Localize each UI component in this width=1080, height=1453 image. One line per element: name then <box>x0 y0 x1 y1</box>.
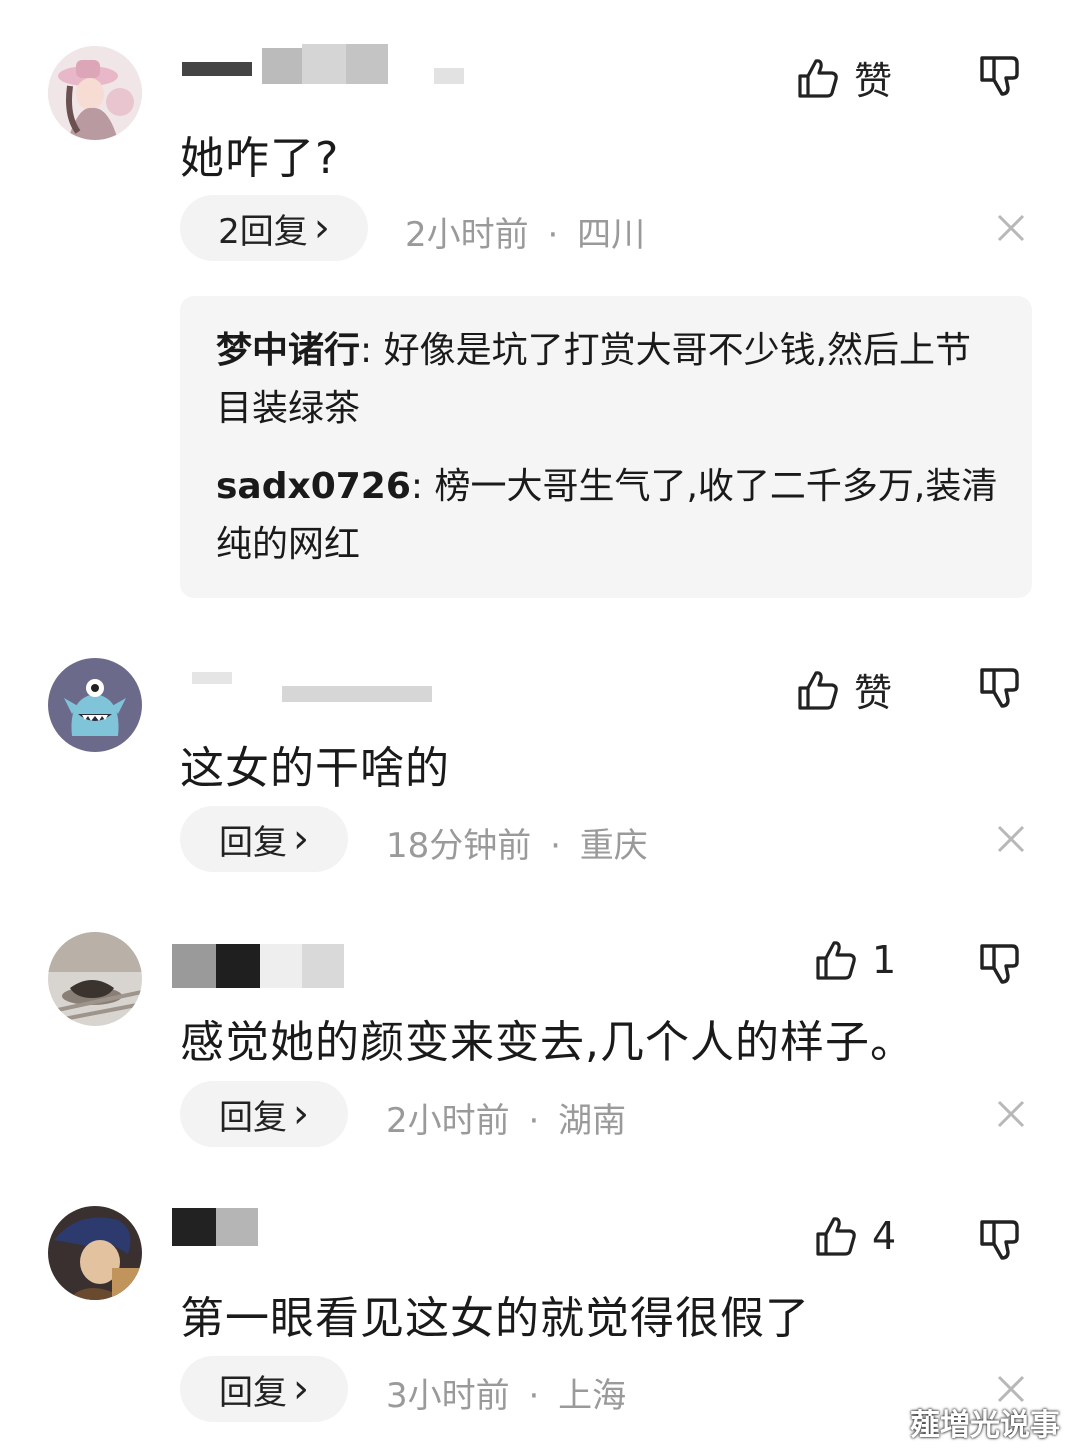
sub-reply-user[interactable]: 梦中诸行 <box>216 330 360 371</box>
comment-meta: 2小时前 · 四川 <box>405 215 646 255</box>
close-icon[interactable] <box>996 213 1026 243</box>
avatar[interactable] <box>48 46 142 140</box>
close-icon[interactable] <box>996 824 1026 854</box>
location: 上海 <box>558 1376 627 1416</box>
thumbs-down-icon[interactable] <box>978 940 1024 986</box>
location: 重庆 <box>579 826 648 866</box>
like-count: 4 <box>872 1214 897 1258</box>
comment-text: 感觉她的颜变来变去,几个人的样子。 <box>180 1017 915 1068</box>
like-count: 1 <box>872 938 897 982</box>
location: 湖南 <box>558 1101 627 1141</box>
reply-button[interactable]: 回复 › <box>180 806 348 872</box>
watermark: 薤増光说事 <box>910 1408 1060 1443</box>
thumbs-up-icon <box>798 58 838 98</box>
avatar[interactable] <box>48 932 142 1026</box>
chevron-right-icon: › <box>293 1091 309 1137</box>
chevron-right-icon: › <box>313 205 330 251</box>
timestamp: 2小时前 <box>405 215 529 255</box>
thumbs-up-icon <box>816 1217 856 1256</box>
timestamp: 18分钟前 <box>386 826 532 866</box>
reply-preview-box[interactable]: 梦中诸行: 好像是坑了打赏大哥不少钱,然后上节目装绿茶 sadx0726: 榜一… <box>180 296 1032 598</box>
comment-meta: 2小时前 · 湖南 <box>386 1101 627 1141</box>
username-blurred[interactable] <box>172 668 442 708</box>
reply-button[interactable]: 回复 › <box>180 1081 348 1147</box>
reply-button[interactable]: 2回复 › <box>180 195 368 261</box>
username-blurred[interactable] <box>172 1208 262 1248</box>
avatar[interactable] <box>48 658 142 752</box>
like-count: 赞 <box>854 671 893 715</box>
like-button[interactable]: 1 <box>814 938 896 982</box>
location: 四川 <box>577 215 646 255</box>
username-blurred[interactable] <box>172 44 472 84</box>
username-blurred[interactable] <box>172 944 352 988</box>
avatar[interactable] <box>48 1206 142 1300</box>
thumbs-up-icon <box>816 941 856 980</box>
comment-text: 这女的干啥的 <box>180 743 450 794</box>
reply-button[interactable]: 回复 › <box>180 1356 348 1422</box>
chevron-right-icon: › <box>293 816 309 862</box>
like-button[interactable]: 赞 <box>796 50 892 105</box>
comment-meta: 3小时前 · 上海 <box>386 1376 627 1416</box>
timestamp: 2小时前 <box>386 1101 510 1141</box>
thumbs-down-icon[interactable] <box>978 52 1024 98</box>
comment-text: 她咋了? <box>180 133 340 184</box>
timestamp: 3小时前 <box>386 1376 510 1416</box>
sub-reply-user[interactable]: sadx0726 <box>216 466 411 507</box>
sub-reply: sadx0726: 榜一大哥生气了,收了二千多万,装清纯的网红 <box>216 466 998 565</box>
sub-reply: 梦中诸行: 好像是坑了打赏大哥不少钱,然后上节目装绿茶 <box>216 330 972 429</box>
like-count: 赞 <box>854 59 893 103</box>
comment-meta: 18分钟前 · 重庆 <box>386 826 648 866</box>
thumbs-down-icon[interactable] <box>978 664 1024 710</box>
thumbs-up-icon <box>798 670 838 710</box>
comment-text: 第一眼看见这女的就觉得很假了 <box>180 1293 810 1344</box>
chevron-right-icon: › <box>293 1366 309 1412</box>
like-button[interactable]: 4 <box>814 1214 896 1258</box>
like-button[interactable]: 赞 <box>796 662 892 717</box>
thumbs-down-icon[interactable] <box>978 1216 1024 1262</box>
close-icon[interactable] <box>996 1099 1026 1129</box>
